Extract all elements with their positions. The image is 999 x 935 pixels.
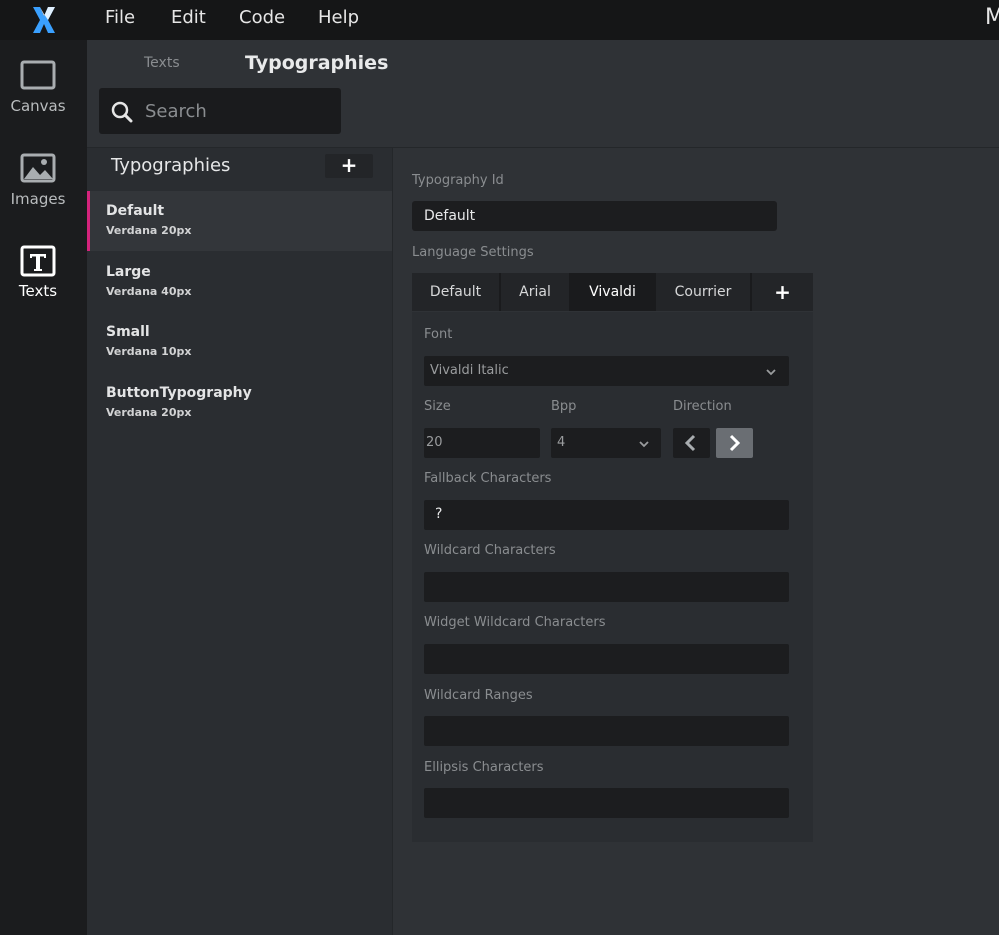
typography-id-label: Typography Id	[412, 173, 504, 188]
tab-language-courrier[interactable]: Courrier	[656, 273, 752, 311]
canvas-icon	[20, 60, 56, 94]
list-item-font: Verdana 40px	[106, 285, 192, 298]
menu-code[interactable]: Code	[239, 0, 285, 36]
search-input[interactable]	[145, 97, 335, 125]
fallback-characters-label: Fallback Characters	[424, 471, 552, 486]
size-value: 20	[426, 435, 443, 450]
rail-canvas-label: Canvas	[10, 97, 66, 115]
direction-rtl-button[interactable]	[716, 428, 753, 458]
font-select-value: Vivaldi Italic	[430, 363, 509, 378]
list-item-font: Verdana 10px	[106, 345, 192, 358]
list-item-name: Large	[106, 264, 151, 280]
menu-help[interactable]: Help	[318, 0, 359, 36]
rail-images[interactable]: Images	[0, 153, 87, 233]
search-icon	[110, 100, 134, 124]
fallback-characters-input[interactable]	[424, 500, 789, 530]
rail-images-label: Images	[10, 190, 66, 208]
menu-edit[interactable]: Edit	[171, 0, 206, 36]
chevron-left-icon	[684, 434, 696, 452]
selection-indicator	[87, 191, 90, 251]
wildcard-characters-label: Wildcard Characters	[424, 543, 556, 558]
menu-file[interactable]: File	[105, 0, 135, 36]
list-item-buttontypography[interactable]: ButtonTypography Verdana 20px	[87, 373, 392, 433]
direction-label: Direction	[673, 399, 732, 414]
bpp-value: 4	[557, 435, 566, 450]
chevron-right-icon	[729, 434, 741, 452]
widget-wildcard-characters-input[interactable]	[424, 644, 789, 674]
add-language-button[interactable]: +	[752, 273, 813, 311]
list-item-name: Default	[106, 203, 165, 219]
ellipsis-characters-input[interactable]	[424, 788, 789, 818]
language-settings-label: Language Settings	[412, 245, 534, 260]
list-item-font: Verdana 20px	[106, 224, 192, 237]
typography-id-value: Default	[424, 208, 476, 224]
logo-x-icon	[32, 7, 55, 33]
text-icon	[20, 245, 56, 279]
menu-bar	[0, 0, 999, 41]
chevron-down-icon	[764, 364, 778, 383]
list-item-font: Verdana 20px	[106, 406, 192, 419]
menu-truncated-item[interactable]: M	[985, 0, 999, 36]
wildcard-ranges-label: Wildcard Ranges	[424, 688, 533, 703]
tab-language-arial[interactable]: Arial	[501, 273, 571, 311]
list-item-name: ButtonTypography	[106, 385, 252, 401]
fallback-characters-value: ?	[435, 506, 443, 522]
rail-texts-label: Texts	[18, 282, 58, 300]
size-label: Size	[424, 399, 451, 414]
list-item-default[interactable]: Default Verdana 20px	[87, 191, 392, 251]
bpp-label: Bpp	[551, 399, 577, 414]
tab-language-vivaldi[interactable]: Vivaldi	[571, 273, 656, 311]
list-item-small[interactable]: Small Verdana 10px	[87, 312, 392, 372]
list-item-name: Small	[106, 324, 150, 340]
add-typography-button[interactable]: +	[325, 154, 373, 178]
tab-texts[interactable]: Texts	[144, 55, 180, 71]
rail-canvas[interactable]: Canvas	[0, 60, 87, 140]
list-item-large[interactable]: Large Verdana 40px	[87, 252, 392, 312]
widget-wildcard-characters-label: Widget Wildcard Characters	[424, 615, 606, 630]
tab-typographies[interactable]: Typographies	[245, 52, 388, 74]
image-icon	[20, 153, 56, 187]
app-logo[interactable]	[0, 0, 87, 40]
chevron-down-icon	[637, 436, 651, 455]
typographies-title: Typographies	[111, 155, 231, 176]
font-label: Font	[424, 327, 453, 342]
tab-language-default[interactable]: Default	[412, 273, 501, 311]
ellipsis-characters-label: Ellipsis Characters	[424, 760, 544, 775]
rail-texts[interactable]: Texts	[0, 245, 87, 325]
wildcard-ranges-input[interactable]	[424, 716, 789, 746]
wildcard-characters-input[interactable]	[424, 572, 789, 602]
direction-ltr-button[interactable]	[673, 428, 710, 458]
